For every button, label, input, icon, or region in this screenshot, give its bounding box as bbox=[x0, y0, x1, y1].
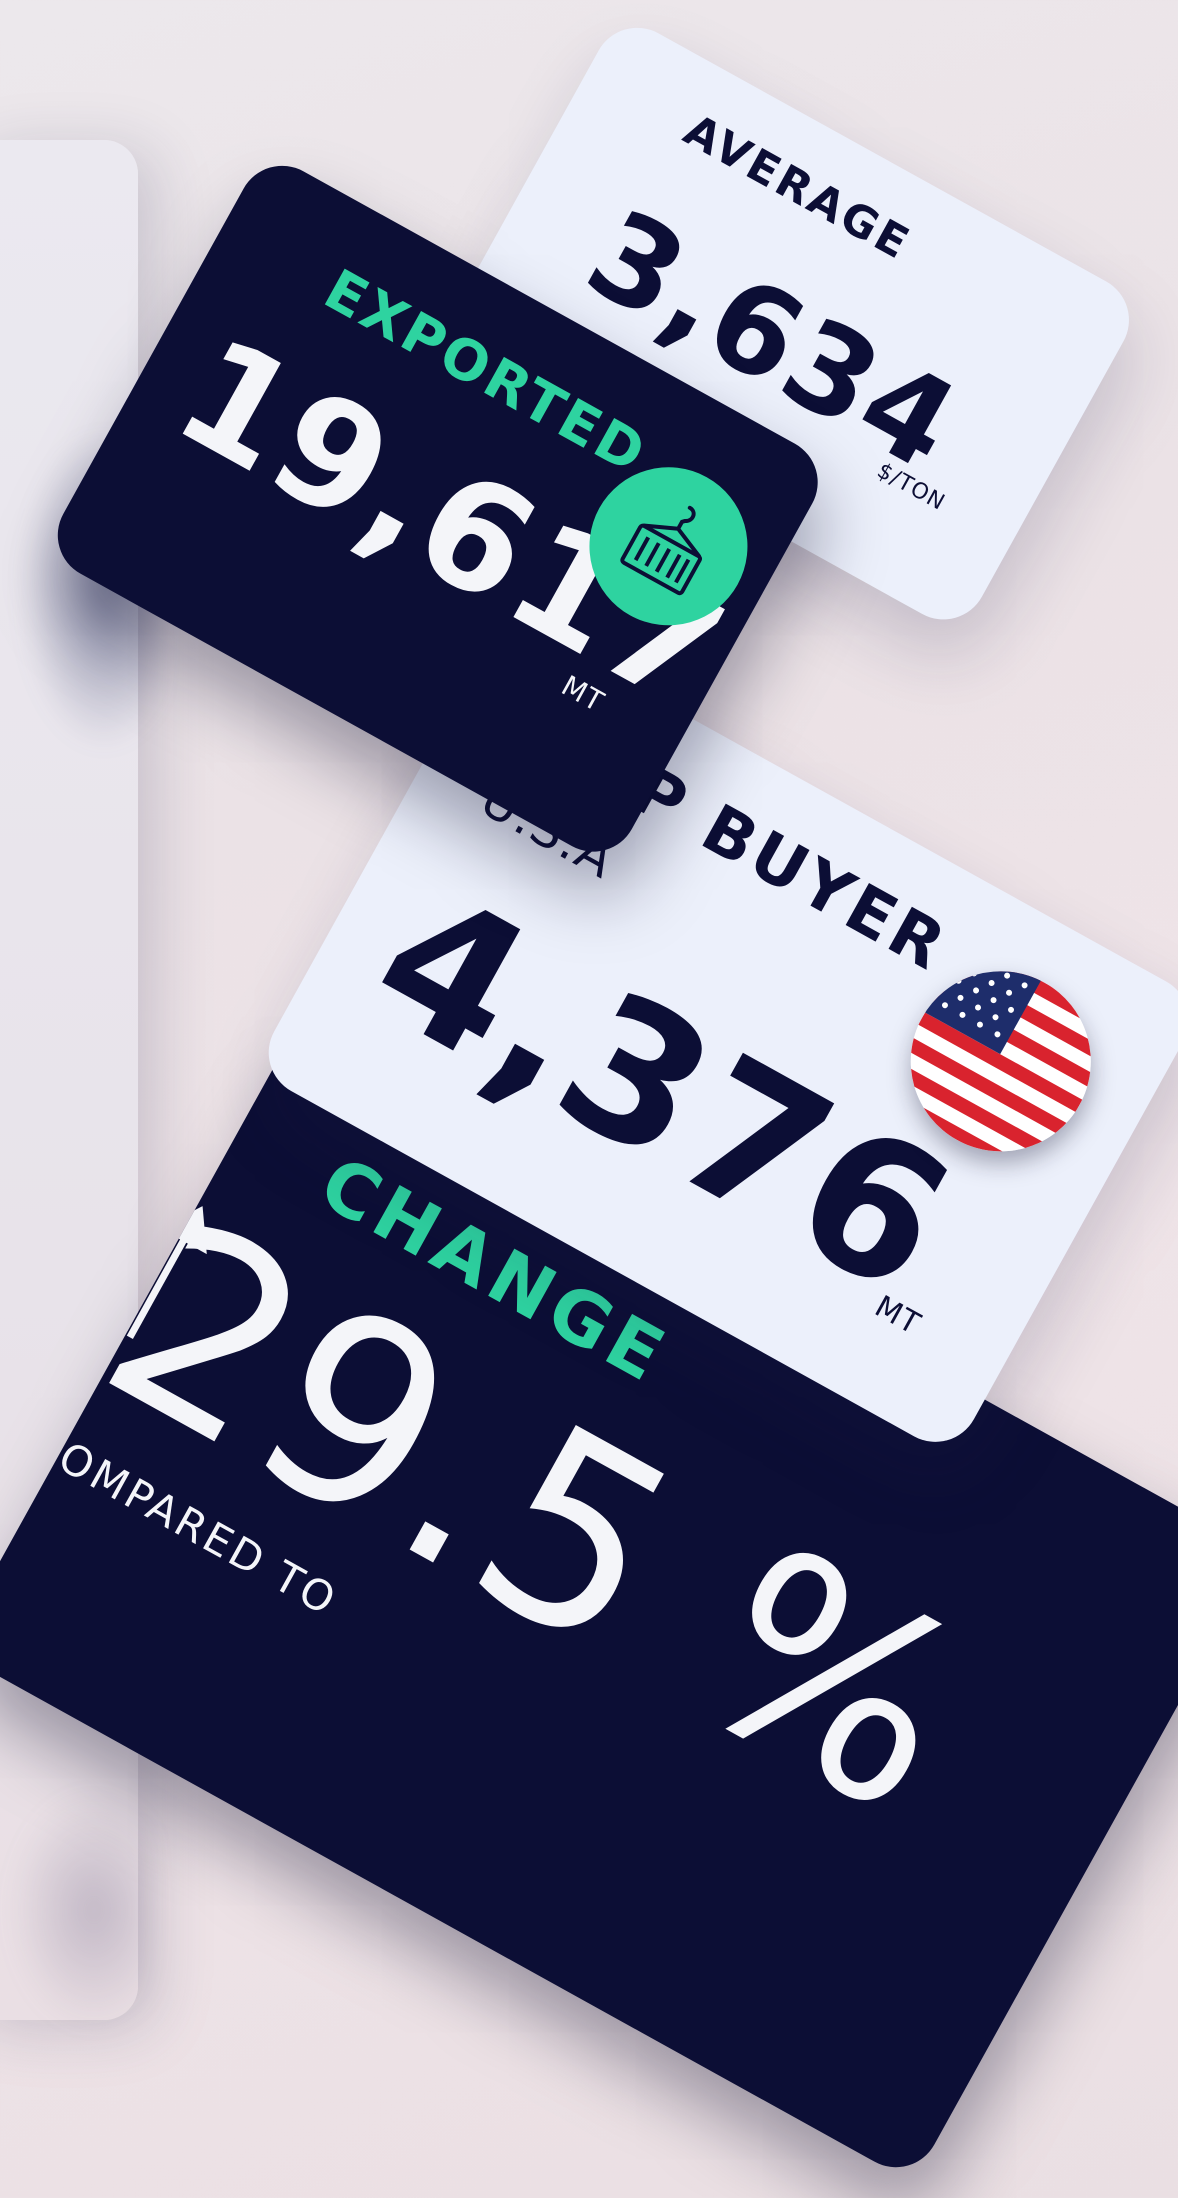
panel-shadow-bottom bbox=[10, 1790, 150, 2030]
